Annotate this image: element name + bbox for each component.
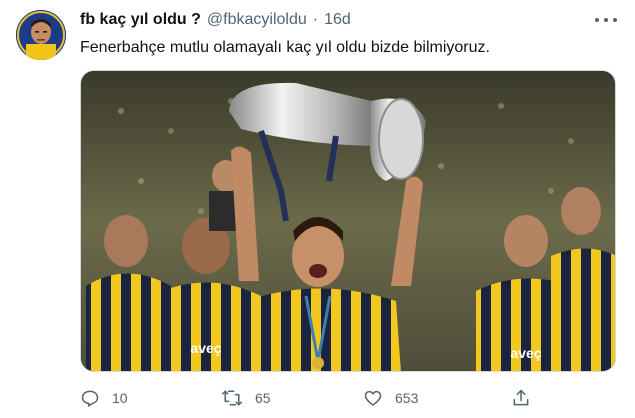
share-button[interactable]	[511, 388, 531, 408]
separator-dot: ·	[312, 11, 319, 28]
more-horizontal-icon	[595, 18, 599, 22]
display-name[interactable]: fb kaç yıl oldu ?	[80, 11, 201, 29]
reply-button[interactable]: 10	[80, 388, 128, 408]
more-horizontal-icon-dot	[604, 18, 608, 22]
reply-count: 10	[112, 390, 128, 406]
retweet-icon	[221, 390, 243, 406]
retweet-count: 65	[255, 390, 271, 406]
more-options-button[interactable]	[595, 12, 617, 28]
share-icon	[513, 389, 529, 406]
user-handle[interactable]: @fbkacyiloldu	[207, 11, 307, 29]
tweet-header: fb kaç yıl oldu ? @fbkacyiloldu · 16d	[80, 11, 351, 33]
tweet-photo[interactable]: aveç aveç	[80, 70, 616, 372]
timestamp[interactable]: 16d	[324, 11, 351, 29]
kit-logo-right: aveç	[510, 345, 541, 361]
heart-icon	[364, 390, 382, 406]
tweet-text: Fenerbahçe mutlu olamayalı kaç yıl oldu …	[80, 39, 490, 56]
tweet[interactable]: fb kaç yıl oldu ? @fbkacyiloldu · 16d Fe…	[0, 0, 635, 418]
tweet-actions: 10 65 653	[80, 386, 550, 410]
retweet-button[interactable]: 65	[221, 388, 271, 408]
like-count: 653	[395, 390, 419, 406]
reply-icon	[81, 390, 99, 407]
kit-logo-left: aveç	[190, 340, 221, 356]
like-button[interactable]: 653	[363, 388, 418, 408]
more-horizontal-icon-dot	[613, 18, 617, 22]
avatar[interactable]	[16, 10, 66, 60]
